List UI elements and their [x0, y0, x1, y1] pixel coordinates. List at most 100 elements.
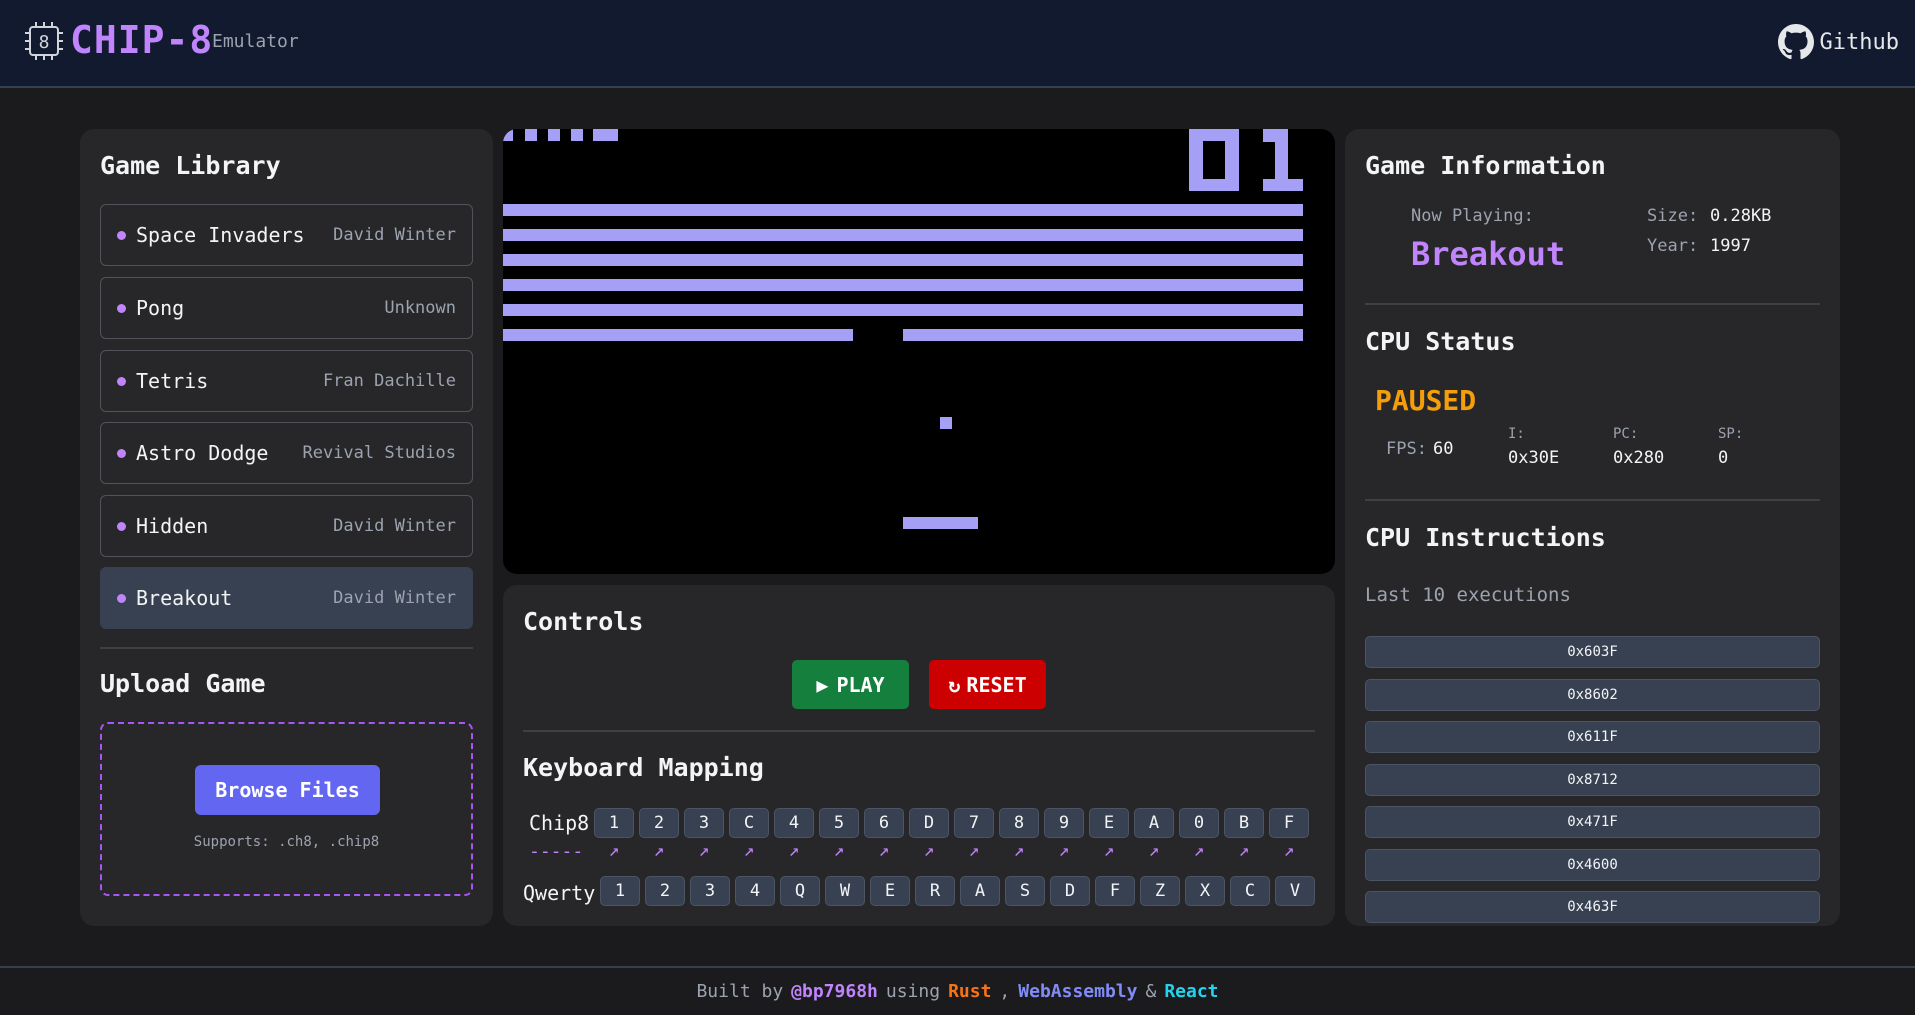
chip8-key[interactable]: E — [1089, 808, 1129, 838]
chip8-key[interactable]: 7 — [954, 808, 994, 838]
chip8-key[interactable]: C — [729, 808, 769, 838]
chip8-key[interactable]: 5 — [819, 808, 859, 838]
mapping-arrow-icon: ↗ — [1148, 840, 1160, 861]
qwerty-key[interactable]: E — [870, 876, 910, 906]
qwerty-key[interactable]: W — [825, 876, 865, 906]
qwerty-key[interactable]: Q — [780, 876, 820, 906]
chip-icon: 8 — [25, 22, 63, 60]
qwerty-key[interactable]: X — [1185, 876, 1225, 906]
sp-register-value: 0 — [1718, 448, 1729, 468]
bullet-icon — [117, 376, 126, 386]
mapping-arrow-icon: ↗ — [653, 840, 665, 861]
qwerty-key[interactable]: S — [1005, 876, 1045, 906]
mapping-arrow-icon: ↗ — [833, 840, 845, 861]
bullet-icon — [117, 230, 126, 240]
qwerty-key[interactable]: V — [1275, 876, 1315, 906]
library-item-tetris[interactable]: Tetris Fran Dachille — [100, 350, 473, 412]
github-label: Github — [1819, 29, 1899, 55]
qwerty-key[interactable]: A — [960, 876, 1000, 906]
library-item-breakout[interactable]: Breakout David Winter — [100, 567, 473, 629]
mapping-arrow-icon: ↗ — [608, 840, 620, 861]
github-link[interactable]: Github — [1777, 24, 1899, 60]
chip8-row-label: Chip8 — [529, 811, 590, 835]
chip8-key[interactable]: F — [1269, 808, 1309, 838]
footer-react-link[interactable]: React — [1164, 981, 1218, 1002]
qwerty-key[interactable]: 2 — [645, 876, 685, 906]
ball — [940, 417, 952, 429]
qwerty-key[interactable]: F — [1095, 876, 1135, 906]
chip8-key[interactable]: 3 — [684, 808, 724, 838]
library-item-author: Unknown — [384, 298, 456, 318]
fps-value: 60 — [1433, 439, 1454, 459]
keyboard-mapping-title: Keyboard Mapping — [523, 753, 764, 782]
play-icon: ▶ — [816, 672, 829, 697]
year-value: 1997 — [1710, 236, 1751, 256]
mapping-arrow-icon: ↗ — [1013, 840, 1025, 861]
chip8-key[interactable]: 1 — [594, 808, 634, 838]
chip8-key[interactable]: 6 — [864, 808, 904, 838]
mapping-arrow-icon: ↗ — [1103, 840, 1115, 861]
cpu-state: PAUSED — [1375, 384, 1477, 417]
footer-comma: , — [999, 981, 1011, 1002]
library-item-name: Space Invaders — [136, 223, 305, 247]
play-button[interactable]: ▶ PLAY — [792, 660, 909, 709]
qwerty-key[interactable]: 1 — [600, 876, 640, 906]
bullet-icon — [117, 521, 126, 531]
library-item-author: Revival Studios — [302, 443, 456, 463]
cpu-instructions-subtitle: Last 10 executions — [1365, 584, 1571, 606]
library-item-hidden[interactable]: Hidden David Winter — [100, 495, 473, 557]
now-playing-label: Now Playing: — [1411, 206, 1534, 226]
chip8-key[interactable]: D — [909, 808, 949, 838]
size-value: 0.28KB — [1710, 206, 1772, 226]
pc-register-value: 0x280 — [1613, 448, 1665, 468]
screen-sprite-topleft — [503, 129, 618, 141]
qwerty-key[interactable]: C — [1230, 876, 1270, 906]
instruction-item: 0x471F — [1365, 806, 1820, 838]
mapping-arrow-icon: ↗ — [923, 840, 935, 861]
score-display — [1189, 129, 1303, 191]
footer: Built by @bp7968h using Rust , WebAssemb… — [0, 966, 1915, 1015]
footer-wasm-link[interactable]: WebAssembly — [1018, 981, 1137, 1002]
controls-panel: Controls ▶ PLAY ↻ RESET Keyboard Mapping… — [503, 585, 1335, 926]
instruction-item: 0x611F — [1365, 721, 1820, 753]
footer-rust-link[interactable]: Rust — [948, 981, 991, 1002]
footer-author-link[interactable]: @bp7968h — [791, 981, 878, 1002]
upload-dropzone[interactable]: Browse Files Supports: .ch8, .chip8 — [100, 722, 473, 896]
qwerty-key[interactable]: 3 — [690, 876, 730, 906]
footer-built-by: Built by — [696, 981, 784, 1002]
browse-files-button[interactable]: Browse Files — [195, 765, 380, 815]
chip8-key[interactable]: 0 — [1179, 808, 1219, 838]
qwerty-key[interactable]: R — [915, 876, 955, 906]
mapping-arrow-icon: ↗ — [1193, 840, 1205, 861]
library-item-astro-dodge[interactable]: Astro Dodge Revival Studios — [100, 422, 473, 484]
chip8-key[interactable]: A — [1134, 808, 1174, 838]
chip8-key[interactable]: 2 — [639, 808, 679, 838]
app-subtitle: Emulator — [212, 31, 299, 52]
mapping-arrow-icon: ↗ — [743, 840, 755, 861]
library-item-name: Hidden — [136, 514, 209, 538]
chip8-key[interactable]: 9 — [1044, 808, 1084, 838]
game-display — [503, 129, 1303, 529]
controls-title: Controls — [523, 607, 644, 636]
library-item-author: David Winter — [333, 516, 456, 536]
reset-button[interactable]: ↻ RESET — [929, 660, 1046, 709]
instruction-item: 0x603F — [1365, 636, 1820, 668]
qwerty-key[interactable]: 4 — [735, 876, 775, 906]
qwerty-key[interactable]: D — [1050, 876, 1090, 906]
library-divider — [100, 647, 473, 649]
library-item-pong[interactable]: Pong Unknown — [100, 277, 473, 339]
chip8-key[interactable]: B — [1224, 808, 1264, 838]
chip8-key[interactable]: 4 — [774, 808, 814, 838]
library-item-name: Astro Dodge — [136, 441, 269, 465]
brick-rows — [503, 204, 1303, 341]
library-item-space-invaders[interactable]: Space Invaders David Winter — [100, 204, 473, 266]
info-divider — [1365, 303, 1820, 305]
library-item-name: Breakout — [136, 586, 233, 610]
chip8-key[interactable]: 8 — [999, 808, 1039, 838]
sp-register-label: SP: — [1718, 426, 1744, 442]
qwerty-key[interactable]: Z — [1140, 876, 1180, 906]
library-item-author: David Winter — [333, 588, 456, 608]
game-screen[interactable] — [503, 129, 1335, 574]
mapping-arrow-icon: ↗ — [788, 840, 800, 861]
instruction-item: 0x4600 — [1365, 848, 1820, 881]
